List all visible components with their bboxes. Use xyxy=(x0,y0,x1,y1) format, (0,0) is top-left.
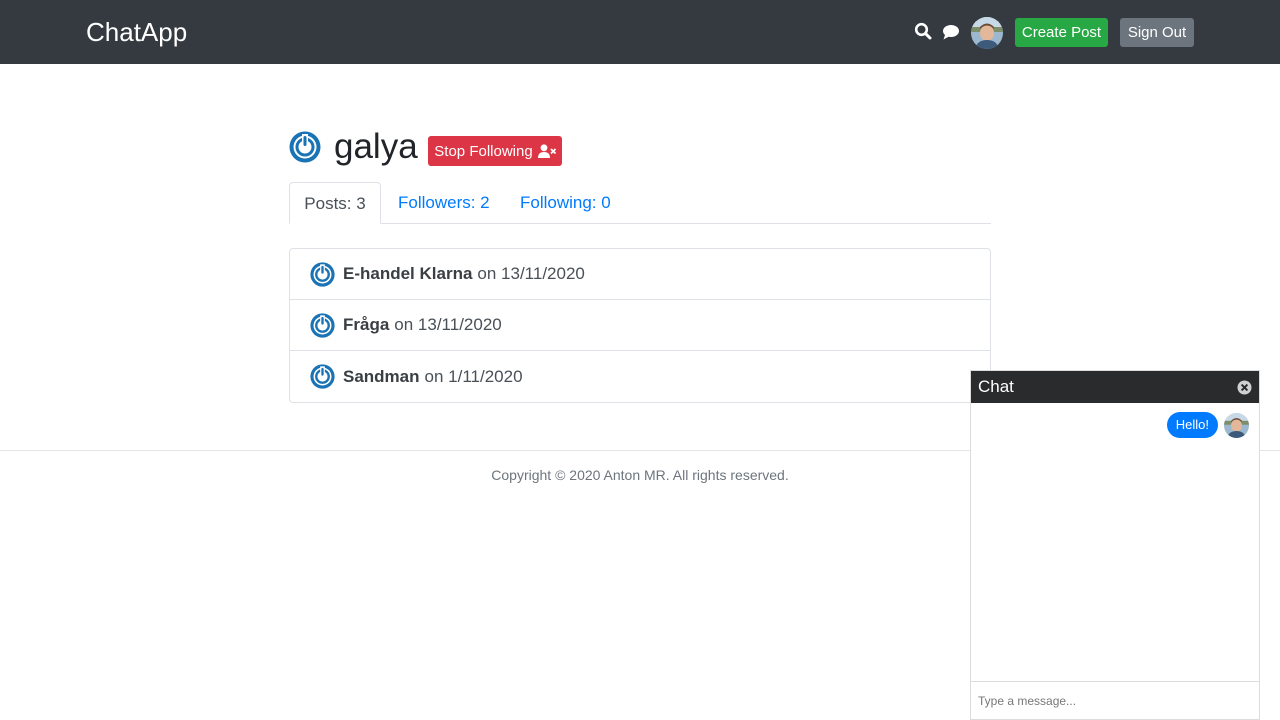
post-avatar-icon xyxy=(310,312,335,338)
chat-window: Chat Hello! xyxy=(970,370,1260,720)
post-date: on 13/11/2020 xyxy=(394,315,502,334)
sign-out-button[interactable]: Sign Out xyxy=(1120,18,1194,47)
tab-posts[interactable]: Posts: 3 xyxy=(289,182,381,224)
post-title: Sandman xyxy=(343,366,420,386)
navbar: ChatApp Create Post Sign Out xyxy=(0,0,1280,64)
close-icon[interactable] xyxy=(1237,380,1252,395)
list-item[interactable]: Fråga on 13/11/2020 xyxy=(290,300,990,351)
chat-icon[interactable] xyxy=(942,23,960,41)
chat-header: Chat xyxy=(971,371,1259,403)
user-avatar[interactable] xyxy=(971,17,1003,49)
profile-username: galya xyxy=(334,127,418,166)
tab-followers[interactable]: Followers: 2 xyxy=(398,182,490,224)
post-title: E-handel Klarna xyxy=(343,264,473,283)
stop-following-label: Stop Following xyxy=(434,142,533,160)
post-avatar-icon xyxy=(310,261,335,287)
post-avatar-icon xyxy=(310,364,335,389)
profile-tabs: Posts: 3 Followers: 2 Following: 0 xyxy=(289,182,991,224)
post-list: E-handel Klarna on 13/11/2020 Fråga on 1… xyxy=(289,248,991,403)
post-title: Fråga xyxy=(343,315,390,334)
brand-logo[interactable]: ChatApp xyxy=(86,16,187,48)
chat-title: Chat xyxy=(978,377,1014,396)
chat-bubble: Hello! xyxy=(1166,412,1218,438)
chat-message: Hello! xyxy=(1166,412,1249,438)
list-item[interactable]: Sandman on 1/11/2020 xyxy=(290,351,990,402)
stop-following-button[interactable]: Stop Following xyxy=(428,136,562,166)
profile-avatar-icon xyxy=(289,131,321,163)
create-post-button[interactable]: Create Post xyxy=(1015,18,1108,47)
post-date: on 13/11/2020 xyxy=(477,264,585,283)
tab-following[interactable]: Following: 0 xyxy=(520,182,611,224)
post-date: on 1/11/2020 xyxy=(424,366,523,386)
avatar xyxy=(1224,412,1249,438)
search-icon[interactable] xyxy=(914,22,932,40)
chat-message-input[interactable] xyxy=(971,681,1259,719)
user-times-icon xyxy=(537,144,556,158)
list-item[interactable]: E-handel Klarna on 13/11/2020 xyxy=(290,249,990,300)
